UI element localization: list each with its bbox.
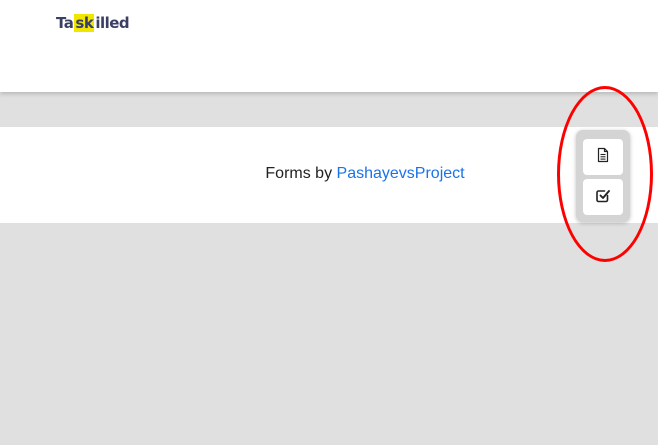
- form-footer: Forms by PashayevsProject: [0, 127, 658, 223]
- credit-prefix: Forms by: [265, 165, 337, 182]
- logo-text-prefix: Ta: [56, 14, 74, 32]
- logo-text-suffix: illed: [95, 14, 130, 32]
- add-checkbox-button[interactable]: [583, 179, 623, 215]
- logo-text-highlight: sk: [74, 14, 95, 32]
- taskilled-logo[interactable]: Ta sk illed: [56, 14, 132, 32]
- floating-toolbar: [576, 130, 630, 222]
- document-icon: [595, 147, 611, 168]
- add-text-button[interactable]: [583, 139, 623, 175]
- credit-link[interactable]: PashayevsProject: [337, 165, 465, 182]
- page-background-band: [0, 92, 658, 127]
- credit-line: Forms by PashayevsProject: [0, 165, 658, 183]
- checkbox-checked-icon: [595, 187, 611, 208]
- top-header: Ta sk illed: [0, 0, 658, 92]
